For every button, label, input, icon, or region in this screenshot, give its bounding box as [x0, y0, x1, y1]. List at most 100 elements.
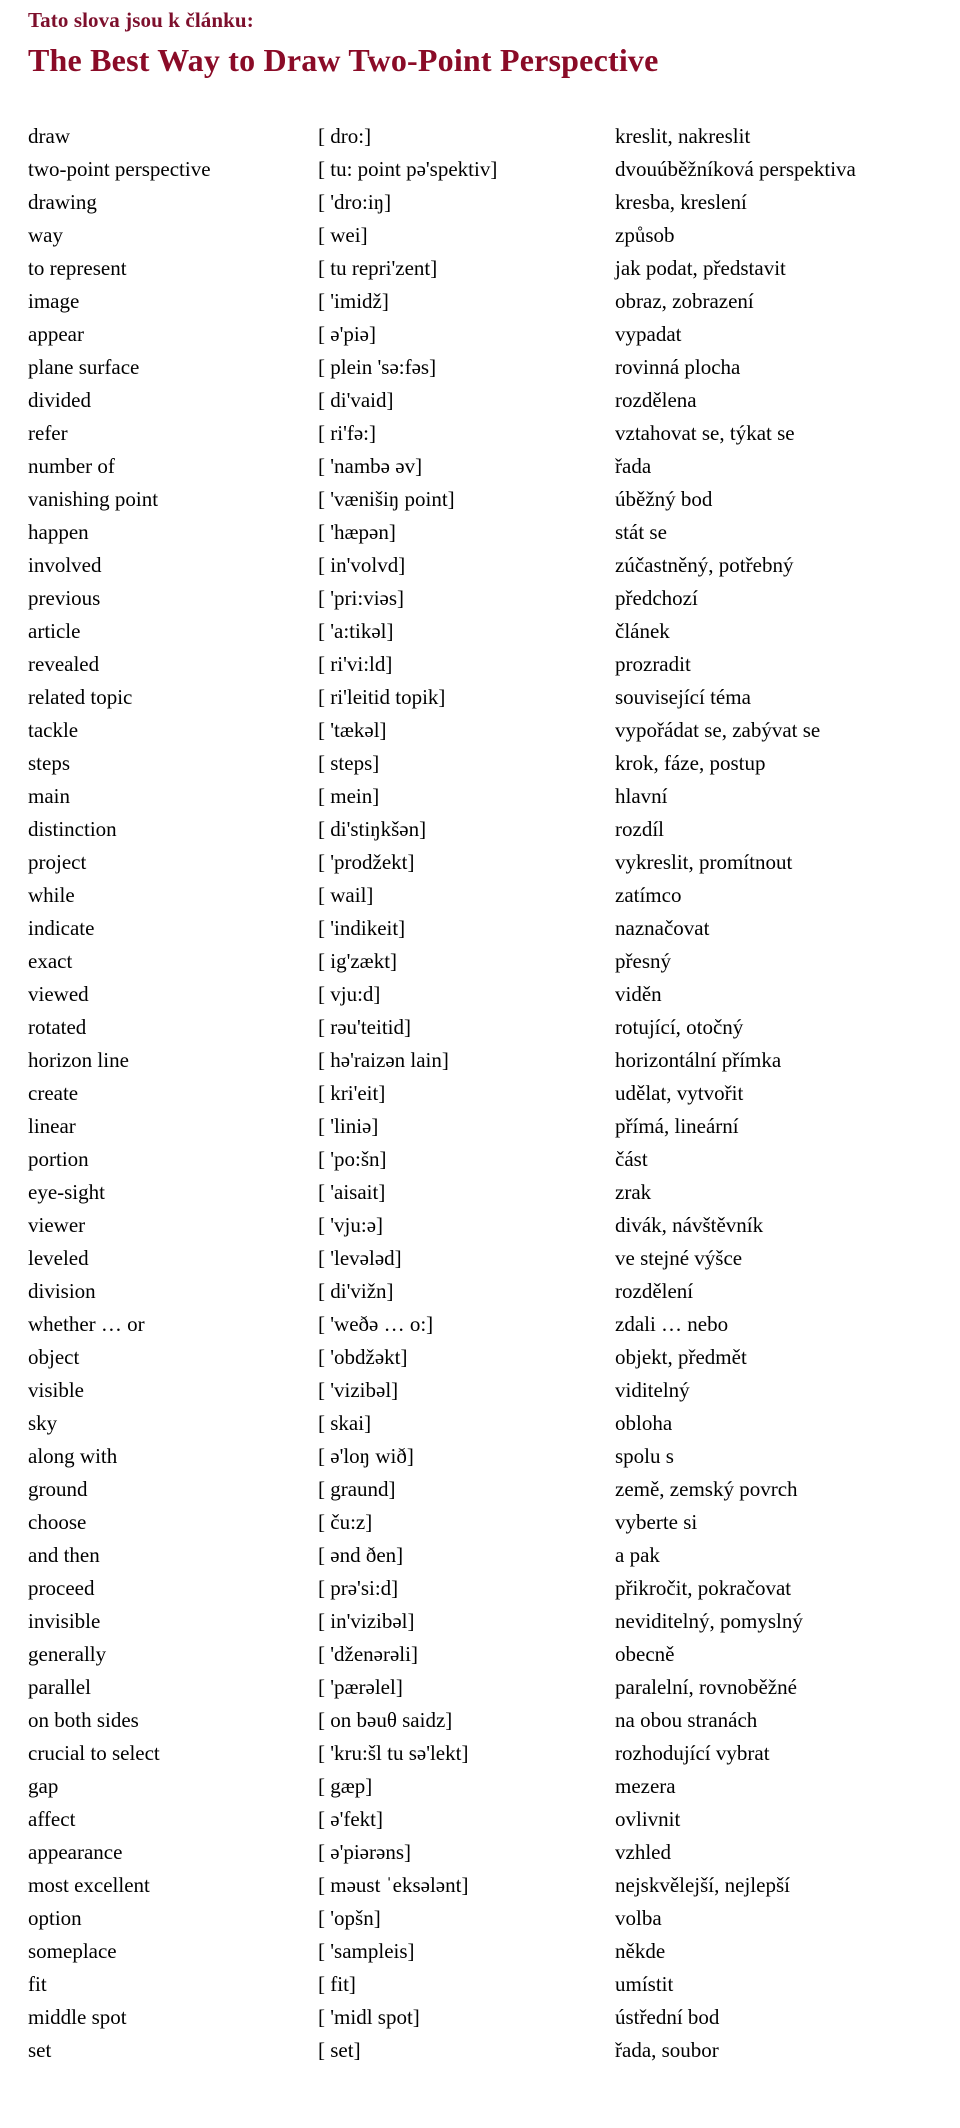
- table-row: way [ wei] způsob: [0, 219, 960, 252]
- table-row: draw [ dro:] kreslit, nakreslit: [0, 120, 960, 153]
- vocab-translation: umístit: [615, 1972, 674, 1996]
- vocab-pronunciation: [ 'po:šn]: [318, 1147, 387, 1171]
- vocab-word: invisible: [28, 1609, 101, 1633]
- table-row: horizon line [ hə'raizən lain] horizontáln…: [0, 1044, 960, 1077]
- vocab-word: appearance: [28, 1840, 123, 1864]
- vocab-word: previous: [28, 586, 101, 610]
- table-row: sky [ skai] obloha: [0, 1407, 960, 1440]
- table-row: while [ wail] zatímco: [0, 879, 960, 912]
- table-row: eye-sight [ 'aisait] zrak: [0, 1176, 960, 1209]
- vocab-pronunciation: [ 'dženərəli]: [318, 1642, 418, 1666]
- vocab-translation: rozhodující vybrat: [615, 1741, 770, 1765]
- table-row: on both sides [ on bəuθ saidz] na obou str…: [0, 1704, 960, 1737]
- vocabulary-table-body: draw [ dro:] kreslit, nakreslit two-point p…: [0, 120, 960, 2067]
- vocab-pronunciation: [ tu: point pə'spektiv]: [318, 157, 498, 181]
- vocab-pronunciation: [ in'vizibəl]: [318, 1609, 415, 1633]
- vocab-word: parallel: [28, 1675, 91, 1699]
- table-row: linear [ 'liniə] přímá, lineární: [0, 1110, 960, 1143]
- vocab-translation: jak podat, představit: [615, 256, 786, 280]
- vocab-translation: zatímco: [615, 883, 682, 907]
- vocab-pronunciation: [ di'stiŋkšən]: [318, 817, 427, 841]
- table-row: refer [ ri'fə:] vztahovat se, týkat se: [0, 417, 960, 450]
- table-row: generally [ 'dženərəli] obecně: [0, 1638, 960, 1671]
- table-row: plane surface [ plein 'sə:fəs] rovinná plo…: [0, 351, 960, 384]
- vocab-word: sky: [28, 1411, 58, 1435]
- vocab-translation: objekt, předmět: [615, 1345, 747, 1369]
- vocab-translation: hlavní: [615, 784, 668, 808]
- table-row: steps [ steps] krok, fáze, postup: [0, 747, 960, 780]
- vocabulary-page: Tato slova jsou k článku: The Best Way t…: [0, 0, 960, 2128]
- table-row: drawing [ 'dro:iŋ] kresba, kreslení: [0, 186, 960, 219]
- vocab-pronunciation: [ 'pærəlel]: [318, 1675, 403, 1699]
- vocab-word: crucial to select: [28, 1741, 160, 1765]
- table-row: revealed [ ri'vi:ld] prozradit: [0, 648, 960, 681]
- vocab-translation: kresba, kreslení: [615, 190, 747, 214]
- vocab-translation: viditelný: [615, 1378, 690, 1402]
- vocab-pronunciation: [ 'vizibəl]: [318, 1378, 399, 1402]
- vocab-translation: článek: [615, 619, 670, 643]
- vocab-translation: stát se: [615, 520, 667, 544]
- table-row: happen [ 'hæpən] stát se: [0, 516, 960, 549]
- vocab-translation: úběžný bod: [615, 487, 713, 511]
- vocab-translation: vypořádat se, zabývat se: [615, 718, 821, 742]
- vocab-translation: související téma: [615, 685, 751, 709]
- vocab-word: create: [28, 1081, 79, 1105]
- vocab-translation: obraz, zobrazení: [615, 289, 754, 313]
- vocab-translation: zúčastněný, potřebný: [615, 553, 794, 577]
- table-row: two-point perspective [ tu: point pə'spek…: [0, 153, 960, 186]
- vocab-pronunciation: [ məust ˈeksələnt]: [318, 1873, 469, 1897]
- vocab-translation: krok, fáze, postup: [615, 751, 766, 775]
- vocab-pronunciation: [ 'obdžəkt]: [318, 1345, 408, 1369]
- table-row: indicate [ 'indikeit] naznačovat: [0, 912, 960, 945]
- table-row: to represent [ tu repri'zent] jak podat, p…: [0, 252, 960, 285]
- vocab-word: horizon line: [28, 1048, 129, 1072]
- table-row: option [ 'opšn] volba: [0, 1902, 960, 1935]
- table-row: visible [ 'vizibəl] viditelný: [0, 1374, 960, 1407]
- vocab-pronunciation: [ wail]: [318, 883, 374, 907]
- vocab-translation: obloha: [615, 1411, 673, 1435]
- vocab-word: affect: [28, 1807, 76, 1831]
- vocab-translation: kreslit, nakreslit: [615, 124, 751, 148]
- vocab-translation: mezera: [615, 1774, 676, 1798]
- vocab-word: division: [28, 1279, 96, 1303]
- vocab-pronunciation: [ ə'fekt]: [318, 1807, 383, 1831]
- table-row: invisible [ in'vizibəl] neviditelný, pomys…: [0, 1605, 960, 1638]
- vocab-translation: zrak: [615, 1180, 652, 1204]
- table-row: divided [ di'vaid] rozdělena: [0, 384, 960, 417]
- vocab-word: choose: [28, 1510, 87, 1534]
- table-row: article [ 'a:tikəl] článek: [0, 615, 960, 648]
- vocab-translation: ve stejné výšce: [615, 1246, 743, 1270]
- vocab-word: to represent: [28, 256, 127, 280]
- vocab-translation: vyberte si: [615, 1510, 698, 1534]
- vocab-pronunciation: [ 'imidž]: [318, 289, 389, 313]
- table-row: viewed [ vju:d] viděn: [0, 978, 960, 1011]
- vocab-word: along with: [28, 1444, 118, 1468]
- vocab-word: happen: [28, 520, 89, 544]
- table-row: portion [ 'po:šn] část: [0, 1143, 960, 1176]
- vocab-translation: vypadat: [615, 322, 682, 346]
- vocab-translation: řada, soubor: [615, 2038, 719, 2062]
- vocab-pronunciation: [ 'indikeit]: [318, 916, 406, 940]
- vocab-pronunciation: [ ri'vi:ld]: [318, 652, 393, 676]
- table-row: related topic [ ri'leitid topik] souvisejí…: [0, 681, 960, 714]
- table-row: number of [ 'nambə əv] řada: [0, 450, 960, 483]
- vocab-translation: paralelní, rovnoběžné: [615, 1675, 797, 1699]
- vocab-word: middle spot: [28, 2005, 127, 2029]
- vocab-word: on both sides: [28, 1708, 139, 1732]
- vocab-translation: obecně: [615, 1642, 675, 1666]
- vocabulary-table: draw [ dro:] kreslit, nakreslit two-point p…: [0, 120, 960, 2067]
- vocab-pronunciation: [ 'weðə … o:]: [318, 1312, 434, 1336]
- table-row: create [ kri'eit] udělat, vytvořit: [0, 1077, 960, 1110]
- vocab-pronunciation: [ ig'zækt]: [318, 949, 398, 973]
- table-row: project [ 'prodžekt] vykreslit, promítnout: [0, 846, 960, 879]
- vocab-pronunciation: [ tu repri'zent]: [318, 256, 438, 280]
- vocab-pronunciation: [ 'aisait]: [318, 1180, 386, 1204]
- vocab-word: fit: [28, 1972, 47, 1996]
- vocab-pronunciation: [ vju:d]: [318, 982, 381, 1006]
- vocab-word: appear: [28, 322, 84, 346]
- table-row: most excellent [ məust ˈeksələnt] nejskvěl…: [0, 1869, 960, 1902]
- vocab-pronunciation: [ 'sampleis]: [318, 1939, 415, 1963]
- vocab-word: two-point perspective: [28, 157, 211, 181]
- vocab-translation: část: [615, 1147, 648, 1171]
- vocab-translation: na obou stranách: [615, 1708, 758, 1732]
